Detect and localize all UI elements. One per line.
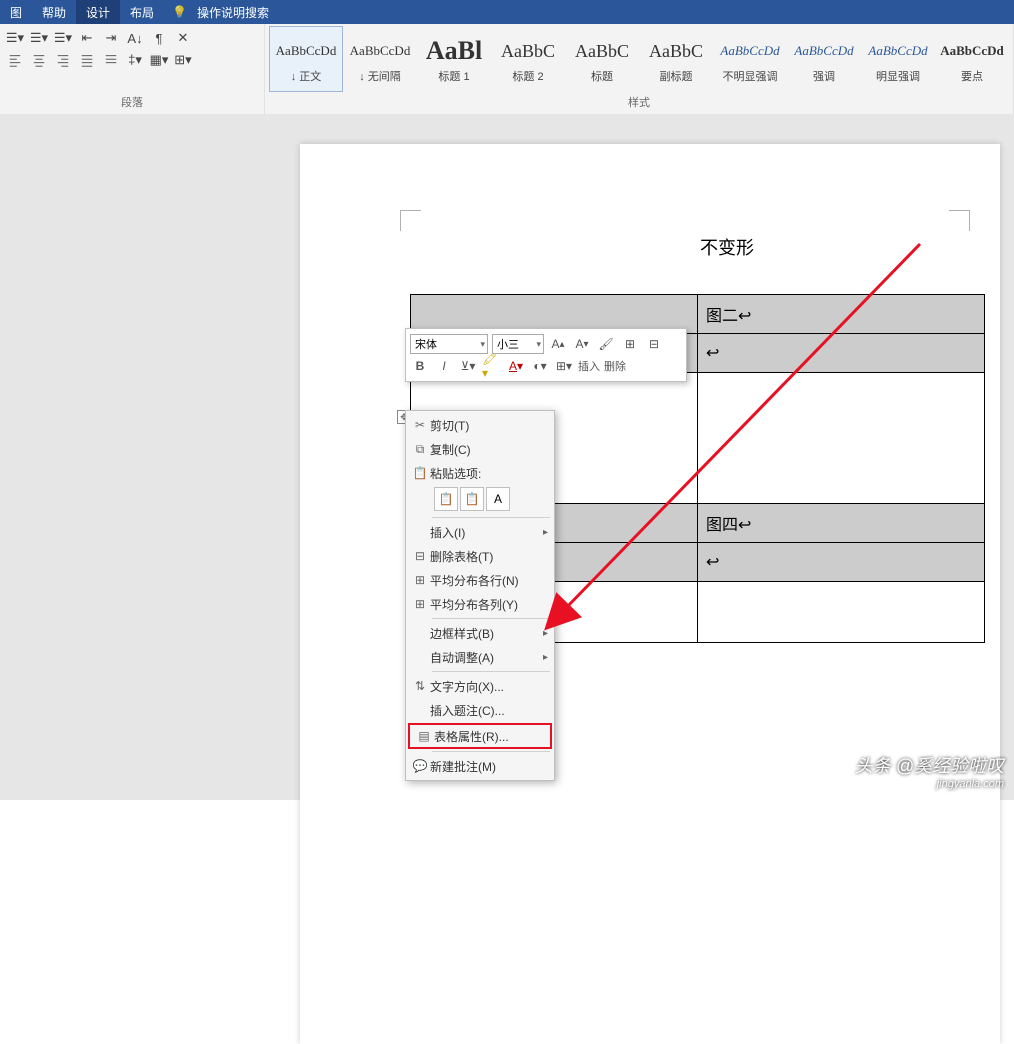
insert-mini-button[interactable]: 插入 xyxy=(578,356,600,376)
paste-keep-formatting[interactable]: 📋 xyxy=(434,487,458,511)
ribbon-group-styles: AaBbCcDd↓ 正文 AaBbCcDd↓ 无间隔 AaBl标题 1 AaBb… xyxy=(265,24,1014,114)
title-bar: 图 帮助 设计 布局 💡 操作说明搜索 xyxy=(0,0,1014,24)
style-title[interactable]: AaBbC标题 xyxy=(565,26,639,92)
lightbulb-icon: 💡 xyxy=(172,5,187,19)
paste-text-only[interactable]: A xyxy=(486,487,510,511)
line-spacing-button[interactable]: ‡▾ xyxy=(124,50,146,70)
cell-r4c2[interactable]: 图四↩ xyxy=(698,504,985,543)
font-family-select[interactable]: 宋体 xyxy=(410,334,488,354)
decrease-indent-button[interactable]: ⇤ xyxy=(76,28,98,48)
bold-button[interactable]: B xyxy=(410,356,430,376)
style-normal[interactable]: AaBbCcDd↓ 正文 xyxy=(269,26,343,92)
font-size-select[interactable]: 小三 xyxy=(492,334,544,354)
ctx-insert-caption[interactable]: 插入题注(C)... xyxy=(406,698,554,722)
show-marks-button[interactable]: ✕ xyxy=(172,28,194,48)
style-strong[interactable]: AaBbCcDd要点 xyxy=(935,26,1009,92)
cell-r5c2[interactable]: ↩ xyxy=(698,543,985,582)
style-heading1[interactable]: AaBl标题 1 xyxy=(417,26,491,92)
style-heading2[interactable]: AaBbC标题 2 xyxy=(491,26,565,92)
ribbon: ☰▾ ☰▾ ☰▾ ⇤ ⇥ A↓ ¶ ✕ ‡▾ ▦▾ ⊞▾ 段落 xyxy=(0,24,1014,115)
watermark: 头条 @奚经验啦叹 jingyanla.com xyxy=(855,752,1004,790)
underline-button[interactable]: ⊻▾ xyxy=(458,356,478,376)
table-delete-icon[interactable]: ⊟ xyxy=(644,334,664,354)
cell-r2c2[interactable]: ↩ xyxy=(698,334,985,373)
align-right-button[interactable] xyxy=(52,50,74,70)
ctx-border-style[interactable]: 边框样式(B) xyxy=(406,621,554,645)
styles-gallery[interactable]: AaBbCcDd↓ 正文 AaBbCcDd↓ 无间隔 AaBl标题 1 AaBb… xyxy=(269,26,1009,92)
numbering-button[interactable]: ☰▾ xyxy=(28,28,50,48)
scissors-icon: ✂ xyxy=(410,418,430,432)
distribute-button[interactable] xyxy=(100,50,122,70)
borders-mini-button[interactable]: ⊞▾ xyxy=(554,356,574,376)
ribbon-group-paragraph: ☰▾ ☰▾ ☰▾ ⇤ ⇥ A↓ ¶ ✕ ‡▾ ▦▾ ⊞▾ 段落 xyxy=(0,24,265,114)
font-color-button[interactable]: A▾ xyxy=(506,356,526,376)
shading-mini-button[interactable]: ◐▾ xyxy=(530,356,550,376)
ctx-text-direction[interactable]: ⇅文字方向(X)... xyxy=(406,674,554,698)
justify-button[interactable] xyxy=(76,50,98,70)
document-text: 不变形 xyxy=(700,234,754,260)
ctx-new-comment[interactable]: 💬新建批注(M) xyxy=(406,754,554,778)
sort-button[interactable]: A↓ xyxy=(124,28,146,48)
delete-mini-button[interactable]: 删除 xyxy=(604,356,626,376)
shrink-font-button[interactable]: A▾ xyxy=(572,334,592,354)
shading-button[interactable]: ▦▾ xyxy=(148,50,170,70)
tab-help[interactable]: 帮助 xyxy=(32,0,76,24)
tab-image[interactable]: 图 xyxy=(0,0,32,24)
context-menu: ✂剪切(T) ⧉复制(C) 📋粘贴选项: 📋 📋 A 插入(I) ⊟删除表格(T… xyxy=(405,410,555,781)
multilevel-button[interactable]: ☰▾ xyxy=(52,28,74,48)
ctx-distribute-cols[interactable]: ⊞平均分布各列(Y) xyxy=(406,592,554,616)
format-painter-button[interactable]: 🖌 xyxy=(596,334,616,354)
paragraph-group-label: 段落 xyxy=(4,92,260,112)
dist-cols-icon: ⊞ xyxy=(410,597,430,611)
ctx-insert[interactable]: 插入(I) xyxy=(406,520,554,544)
ctx-distribute-rows[interactable]: ⊞平均分布各行(N) xyxy=(406,568,554,592)
ctx-cut[interactable]: ✂剪切(T) xyxy=(406,413,554,437)
borders-button[interactable]: ⊞▾ xyxy=(172,50,194,70)
style-subtitle[interactable]: AaBbC副标题 xyxy=(639,26,713,92)
tab-layout[interactable]: 布局 xyxy=(120,0,164,24)
delete-table-icon: ⊟ xyxy=(410,549,430,563)
text-direction-icon: ⇅ xyxy=(410,679,430,693)
align-left-button[interactable] xyxy=(4,50,26,70)
tab-design[interactable]: 设计 xyxy=(76,0,120,24)
style-nospacing[interactable]: AaBbCcDd↓ 无间隔 xyxy=(343,26,417,92)
document-area: 不变形 图二↩ ↩ 图四↩ ↩ ✥ 宋体 小三 A▴ A▾ 🖌 ⊞ ⊟ B I … xyxy=(0,114,1014,800)
ctx-paste-options-label: 📋粘贴选项: xyxy=(406,461,554,485)
dist-rows-icon: ⊞ xyxy=(410,573,430,587)
table-insert-icon[interactable]: ⊞ xyxy=(620,334,640,354)
grow-font-button[interactable]: A▴ xyxy=(548,334,568,354)
styles-group-label: 样式 xyxy=(269,92,1009,112)
cell-r6c2[interactable] xyxy=(698,582,985,643)
increase-indent-button[interactable]: ⇥ xyxy=(100,28,122,48)
highlight-button[interactable]: 🖍▾ xyxy=(482,356,502,376)
ctx-table-properties[interactable]: ▤表格属性(R)... xyxy=(408,723,552,749)
mini-toolbar: 宋体 小三 A▴ A▾ 🖌 ⊞ ⊟ B I ⊻▾ 🖍▾ A▾ ◐▾ ⊞▾ 插入 … xyxy=(405,328,687,382)
comment-icon: 💬 xyxy=(410,759,430,773)
ltr-button[interactable]: ¶ xyxy=(148,28,170,48)
properties-icon: ▤ xyxy=(414,729,434,743)
copy-icon: ⧉ xyxy=(410,442,430,457)
clipboard-icon: 📋 xyxy=(410,466,430,480)
style-emphasis[interactable]: AaBbCcDd强调 xyxy=(787,26,861,92)
ctx-copy[interactable]: ⧉复制(C) xyxy=(406,437,554,461)
margin-corner-tl xyxy=(400,210,421,231)
cell-r1c2[interactable]: 图二↩ xyxy=(698,295,985,334)
italic-button[interactable]: I xyxy=(434,356,454,376)
style-subtle-emphasis[interactable]: AaBbCcDd不明显强调 xyxy=(713,26,787,92)
tell-me-search[interactable]: 操作说明搜索 xyxy=(187,0,279,24)
ctx-autofit[interactable]: 自动调整(A) xyxy=(406,645,554,669)
align-center-button[interactable] xyxy=(28,50,50,70)
style-intense-emphasis[interactable]: AaBbCcDd明显强调 xyxy=(861,26,935,92)
ctx-delete-table[interactable]: ⊟删除表格(T) xyxy=(406,544,554,568)
paste-options-row: 📋 📋 A xyxy=(406,485,554,515)
paste-merge-formatting[interactable]: 📋 xyxy=(460,487,484,511)
cell-r3c2[interactable] xyxy=(698,373,985,504)
margin-corner-tr xyxy=(949,210,970,231)
bullets-button[interactable]: ☰▾ xyxy=(4,28,26,48)
